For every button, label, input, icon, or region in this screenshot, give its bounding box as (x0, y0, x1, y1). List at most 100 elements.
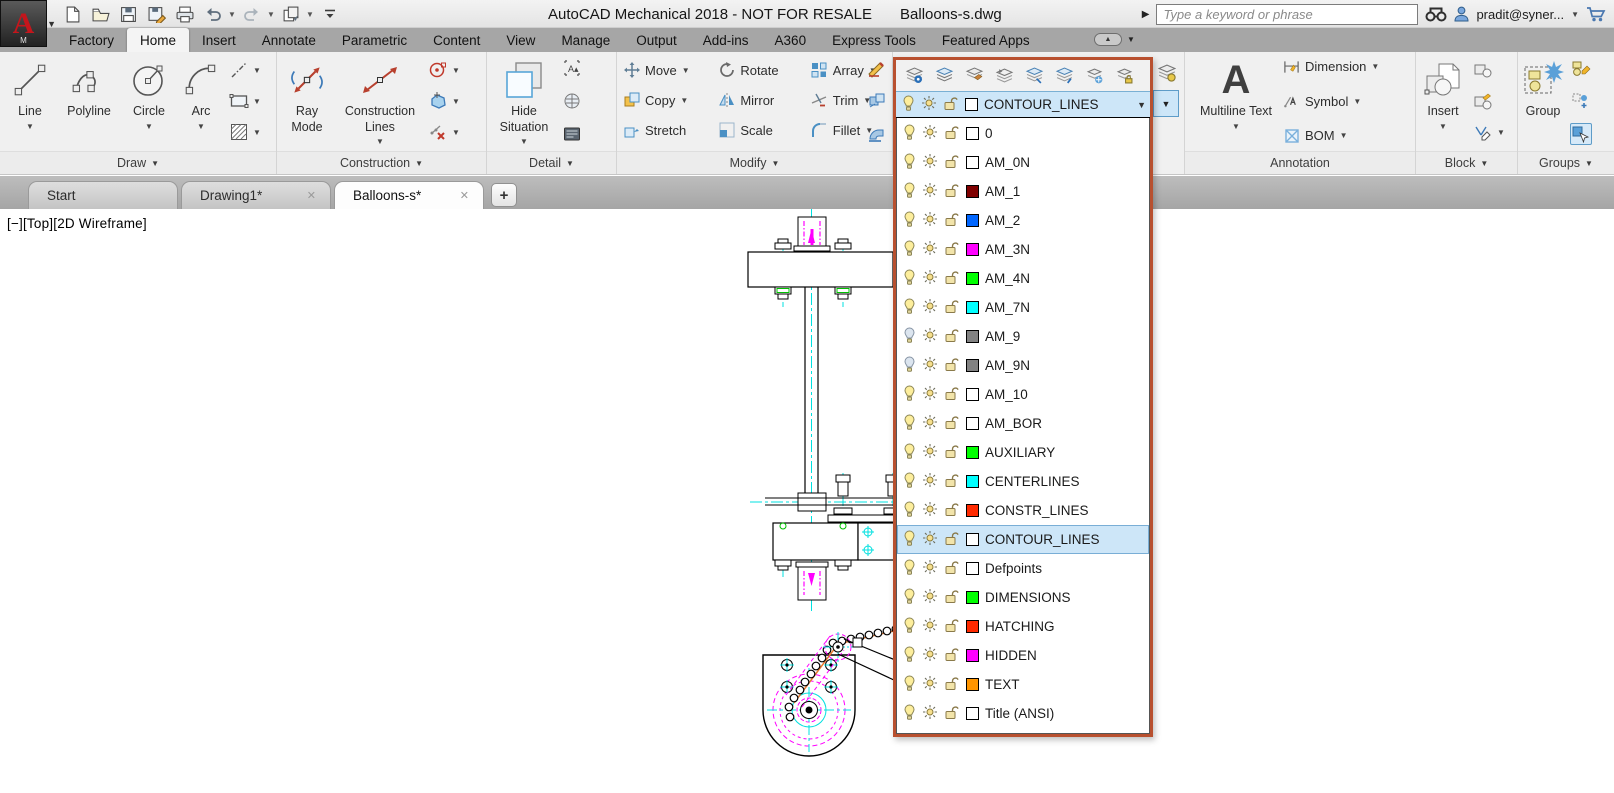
unlock-icon[interactable] (944, 647, 960, 665)
unlock-icon[interactable] (944, 560, 960, 578)
detail-select-icon[interactable]: A▴ (561, 57, 583, 79)
layer-row[interactable]: AM_1 (897, 177, 1149, 206)
bulb-icon[interactable] (903, 153, 916, 172)
multiline-text-button[interactable]: A Multiline Text ▼ (1199, 55, 1273, 150)
unlock-icon[interactable] (944, 618, 960, 636)
sun-thaw-icon[interactable] (922, 588, 938, 607)
layer-color-swatch[interactable] (966, 475, 979, 488)
stretch-button[interactable]: Stretch ▼ (621, 115, 710, 145)
ribbon-tab[interactable]: A360 (762, 28, 820, 52)
ungroup-icon[interactable] (1570, 57, 1592, 79)
erase-construction-icon[interactable] (427, 121, 449, 143)
rotate-button[interactable]: Rotate ▼ (716, 55, 802, 85)
unlock-icon[interactable] (944, 444, 960, 462)
layer-combo-expand-button[interactable]: ▼ (1153, 90, 1179, 117)
layer-row[interactable]: AM_9 (897, 322, 1149, 351)
layer-row[interactable]: Title (ANSI) (897, 699, 1149, 728)
centerline-icon[interactable] (228, 59, 250, 81)
unlock-icon[interactable] (944, 328, 960, 346)
bulb-icon[interactable] (903, 356, 916, 375)
infocenter-expand-icon[interactable]: ▶ (1142, 9, 1150, 20)
panel-label-detail[interactable]: Detail▼ (487, 151, 616, 174)
ribbon-tab[interactable]: Content (420, 28, 493, 52)
bulb-icon[interactable] (903, 559, 916, 578)
layer-color-swatch[interactable] (966, 243, 979, 256)
layer-color-swatch[interactable] (966, 707, 979, 720)
close-tab-icon[interactable]: ✕ (460, 189, 469, 202)
ribbon-tab[interactable]: Featured Apps (929, 28, 1043, 52)
layer-row[interactable]: AM_10 (897, 380, 1149, 409)
unlock-icon[interactable] (944, 183, 960, 201)
layer-color-swatch[interactable] (966, 533, 979, 546)
ribbon-tab[interactable]: View (493, 28, 548, 52)
bulb-on-icon[interactable] (902, 95, 915, 114)
ray-mode-button[interactable]: Ray Mode (279, 55, 335, 150)
ribbon-tab[interactable]: Manage (548, 28, 623, 52)
layer-row[interactable]: CENTERLINES (897, 467, 1149, 496)
layer-row[interactable]: AM_9N (897, 351, 1149, 380)
undo-button[interactable] (200, 3, 225, 26)
bulb-icon[interactable] (903, 385, 916, 404)
new-file-button[interactable] (60, 3, 85, 26)
symbol-button[interactable]: Symbol ▼ (1281, 93, 1381, 110)
circle-button[interactable]: Circle ▼ (120, 55, 178, 150)
sun-thaw-icon[interactable] (922, 675, 938, 694)
move-button[interactable]: Move ▼ (621, 55, 710, 85)
ribbon-tab[interactable]: Home (127, 28, 189, 52)
layer-row[interactable]: AM_BOR (897, 409, 1149, 438)
redo-caret-icon[interactable]: ▼ (267, 10, 275, 19)
plot-button[interactable] (172, 3, 197, 26)
drawing-canvas[interactable]: [−][Top][2D Wireframe] (0, 209, 1614, 793)
sun-thaw-icon[interactable] (922, 501, 938, 520)
layer-row[interactable]: AM_7N (897, 293, 1149, 322)
file-tab[interactable]: Drawing1* ✕ (181, 181, 331, 209)
detail-update-icon[interactable] (561, 90, 583, 112)
join-icon[interactable] (866, 123, 888, 145)
layer-states-icon[interactable] (934, 66, 954, 86)
layer-row[interactable]: HIDDEN (897, 641, 1149, 670)
unlock-icon[interactable] (944, 270, 960, 288)
construction-lines-button[interactable]: Construction Lines ▼ (335, 55, 425, 150)
unlock-icon[interactable] (944, 705, 960, 723)
rectangle-icon[interactable] (228, 90, 250, 112)
viewport-controls[interactable]: [−][Top][2D Wireframe] (7, 216, 147, 231)
layer-row[interactable]: AM_4N (897, 264, 1149, 293)
user-menu-caret-icon[interactable]: ▼ (1571, 10, 1579, 19)
open-file-button[interactable] (88, 3, 113, 26)
customize-qat-button[interactable] (317, 3, 342, 26)
bulb-icon[interactable] (903, 617, 916, 636)
unlock-icon[interactable] (944, 415, 960, 433)
layer-color-swatch[interactable] (966, 359, 979, 372)
layer-row[interactable]: TEXT (897, 670, 1149, 699)
layer-color-swatch[interactable] (966, 649, 979, 662)
sun-thaw-icon[interactable] (922, 356, 938, 375)
hide-situation-button[interactable]: Hide Situation ▼ (489, 55, 559, 150)
redo-button[interactable] (239, 3, 264, 26)
bulb-icon[interactable] (903, 646, 916, 665)
bulb-icon[interactable] (903, 327, 916, 346)
sun-thaw-icon[interactable] (922, 414, 938, 433)
layer-color-swatch[interactable] (966, 388, 979, 401)
sun-thaw-icon[interactable] (922, 269, 938, 288)
sheet-set-caret-icon[interactable]: ▼ (306, 10, 314, 19)
hatch-icon[interactable] (228, 121, 250, 143)
layer-previous-icon[interactable] (994, 66, 1014, 86)
layer-isolate-icon[interactable] (1024, 66, 1044, 86)
bom-button[interactable]: BOM ▼ (1281, 127, 1381, 144)
unlock-icon[interactable] (944, 154, 960, 172)
construction-circle-icon[interactable] (427, 59, 449, 81)
bulb-icon[interactable] (903, 211, 916, 230)
bulb-icon[interactable] (903, 501, 916, 520)
layer-color-swatch[interactable] (966, 562, 979, 575)
sun-thaw-icon[interactable] (922, 443, 938, 462)
layer-color-swatch[interactable] (966, 301, 979, 314)
edit-block-icon[interactable] (1472, 90, 1494, 112)
close-tab-icon[interactable]: ✕ (307, 189, 316, 202)
sun-thaw-icon[interactable] (922, 182, 938, 201)
line-button[interactable]: Line ▼ (2, 55, 58, 150)
bulb-icon[interactable] (903, 472, 916, 491)
signed-in-user[interactable]: pradit@syner... (1476, 7, 1564, 22)
arc-button[interactable]: Arc ▼ (178, 55, 224, 150)
undo-caret-icon[interactable]: ▼ (228, 10, 236, 19)
layer-row[interactable]: AUXILIARY (897, 438, 1149, 467)
